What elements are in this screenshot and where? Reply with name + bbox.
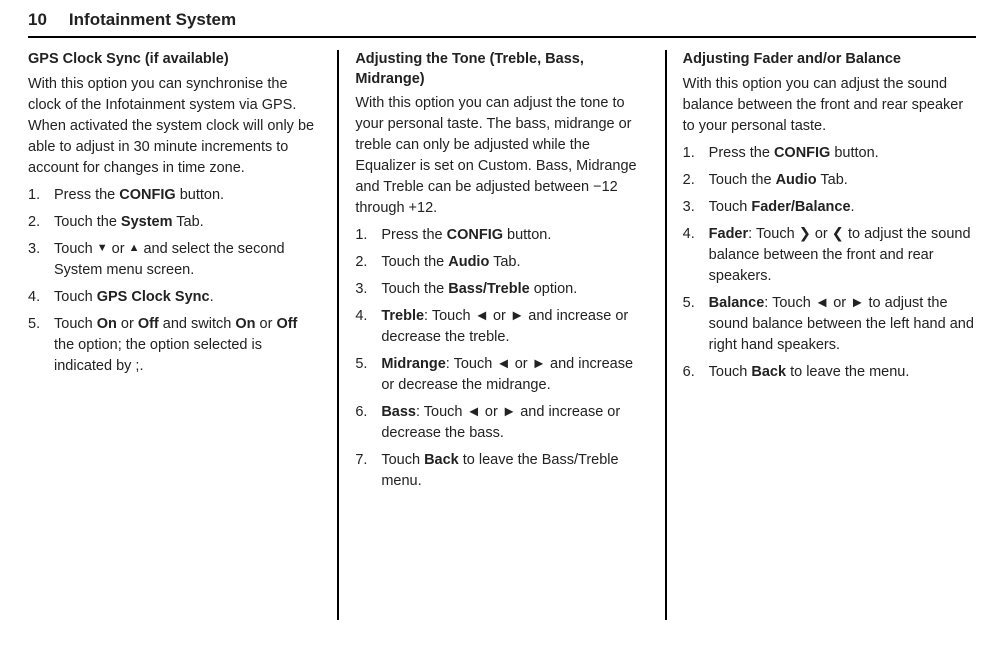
col1-steps: Press the CONFIG button. Touch the Syste…	[28, 185, 321, 377]
list-item: Touch the Bass/Treble option.	[355, 279, 648, 300]
list-item: Touch Back to leave the menu.	[683, 362, 976, 383]
list-item: Touch the System Tab.	[28, 212, 321, 233]
list-item: Bass: Touch ◄ or ► and increase or decre…	[355, 402, 648, 444]
left-arrow-icon: ◄	[467, 404, 481, 420]
left-chevron-icon: ❮	[832, 226, 844, 242]
right-arrow-icon: ►	[510, 308, 524, 324]
list-item: Press the CONFIG button.	[683, 143, 976, 164]
list-item: Touch Fader/Balance.	[683, 197, 976, 218]
content-columns: GPS Clock Sync (if available) With this …	[28, 50, 976, 620]
list-item: Touch the Audio Tab.	[355, 252, 648, 273]
column-3: Adjusting Fader and/or Balance With this…	[667, 50, 976, 620]
page-number: 10	[28, 10, 47, 30]
list-item: Touch Back to leave the Bass/Treble menu…	[355, 450, 648, 492]
page-header: 10 Infotainment System	[28, 10, 976, 38]
list-item: Touch ▼ or ▲ and select the second Syste…	[28, 239, 321, 281]
list-item: Press the CONFIG button.	[28, 185, 321, 206]
up-arrow-icon: ▲	[129, 243, 140, 254]
col1-intro: With this option you can synchronise the…	[28, 74, 321, 179]
left-arrow-icon: ◄	[496, 356, 510, 372]
col3-steps: Press the CONFIG button. Touch the Audio…	[683, 143, 976, 383]
list-item: Touch the Audio Tab.	[683, 170, 976, 191]
list-item: Treble: Touch ◄ or ► and increase or dec…	[355, 306, 648, 348]
col3-intro: With this option you can adjust the soun…	[683, 74, 976, 137]
col1-heading: GPS Clock Sync (if available)	[28, 50, 321, 70]
page-title: Infotainment System	[69, 10, 236, 30]
column-2: Adjusting the Tone (Treble, Bass, Midran…	[339, 50, 664, 620]
col3-heading: Adjusting Fader and/or Balance	[683, 50, 976, 70]
right-chevron-icon: ❯	[799, 226, 811, 242]
list-item: Press the CONFIG button.	[355, 225, 648, 246]
col2-intro: With this option you can adjust the tone…	[355, 93, 648, 219]
list-item: Touch GPS Clock Sync.	[28, 287, 321, 308]
right-arrow-icon: ►	[532, 356, 546, 372]
list-item: Midrange: Touch ◄ or ► and increase or d…	[355, 354, 648, 396]
down-arrow-icon: ▼	[97, 243, 108, 254]
list-item: Fader: Touch ❯ or ❮ to adjust the sound …	[683, 224, 976, 287]
list-item: Balance: Touch ◄ or ► to adjust the soun…	[683, 293, 976, 356]
column-1: GPS Clock Sync (if available) With this …	[28, 50, 337, 620]
list-item: Touch On or Off and switch On or Off the…	[28, 314, 321, 377]
right-arrow-icon: ►	[502, 404, 516, 420]
right-arrow-icon: ►	[850, 295, 864, 311]
col2-heading: Adjusting the Tone (Treble, Bass, Midran…	[355, 50, 648, 89]
left-arrow-icon: ◄	[475, 308, 489, 324]
col2-steps: Press the CONFIG button. Touch the Audio…	[355, 225, 648, 492]
left-arrow-icon: ◄	[815, 295, 829, 311]
